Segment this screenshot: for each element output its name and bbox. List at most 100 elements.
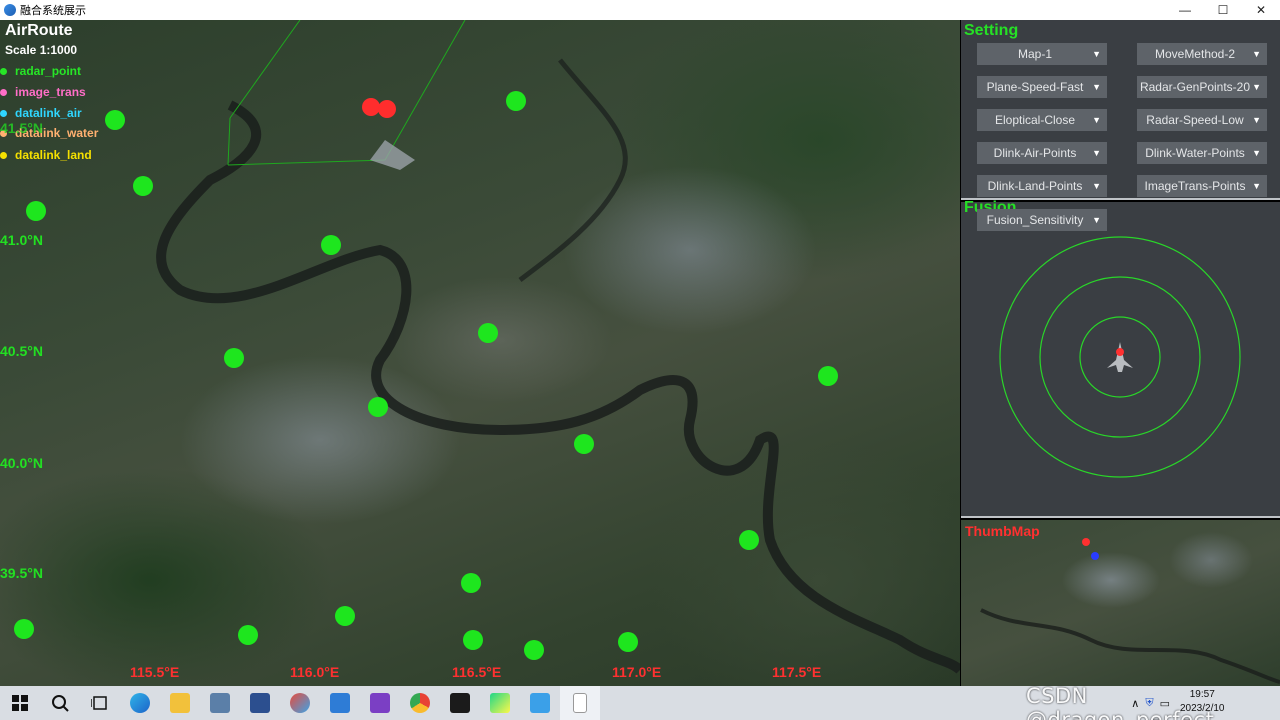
lat-label: 41.0°N: [0, 232, 43, 248]
beam-line: [227, 117, 231, 166]
file-explorer-icon[interactable]: [160, 686, 200, 720]
terminal-icon[interactable]: [440, 686, 480, 720]
legend-datalink-land: datalink_land: [0, 148, 92, 162]
radar-point[interactable]: [224, 348, 244, 368]
lat-label: 39.5°N: [0, 565, 43, 581]
target-marker: [1082, 538, 1090, 546]
calculator-icon[interactable]: [200, 686, 240, 720]
fusion-radar-scope: [999, 236, 1241, 478]
radar-point[interactable]: [524, 640, 544, 660]
target-point[interactable]: [378, 100, 396, 118]
air-route-map[interactable]: AirRoute Scale 1:1000 radar_point image_…: [0, 20, 960, 686]
edge-icon[interactable]: [120, 686, 160, 720]
thumb-map-overlay: [980, 538, 1280, 684]
radar-point[interactable]: [238, 625, 258, 645]
search-icon[interactable]: [40, 686, 80, 720]
radar-point[interactable]: [105, 110, 125, 130]
dropdown-value: Dlink-Air-Points: [993, 146, 1077, 160]
app-arrow-icon[interactable]: [320, 686, 360, 720]
legend-image-trans: image_trans: [0, 85, 86, 99]
close-button[interactable]: ✕: [1242, 0, 1280, 20]
dropdown-radar-speed[interactable]: Radar-Speed-Low ▼: [1137, 109, 1267, 131]
window-title: 融合系统展示: [20, 4, 86, 17]
window-titlebar: 融合系统展示 — ☐ ✕: [0, 0, 1280, 20]
dropdown-map[interactable]: Map-1 ▼: [977, 43, 1107, 65]
position-marker: [1091, 552, 1099, 560]
legend-label: radar_point: [15, 64, 82, 78]
dropdown-value: ImageTrans-Points: [1144, 179, 1246, 193]
radar-point[interactable]: [463, 630, 483, 650]
photos-icon[interactable]: [280, 686, 320, 720]
caret-down-icon: ▼: [1092, 181, 1101, 191]
caret-down-icon: ▼: [1252, 115, 1261, 125]
windows-start-icon[interactable]: [0, 686, 40, 720]
radar-point[interactable]: [506, 91, 526, 111]
radar-point[interactable]: [618, 632, 638, 652]
dropdown-value: Dlink-Water-Points: [1145, 146, 1245, 160]
airport-runway: [370, 140, 415, 170]
dropdown-eloptical[interactable]: Eloptical-Close ▼: [977, 109, 1107, 131]
map-scale: Scale 1:1000: [5, 43, 78, 57]
setting-title: Setting: [964, 22, 1019, 39]
document-icon[interactable]: [560, 686, 600, 720]
dropdown-plane-speed[interactable]: Plane-Speed-Fast ▼: [977, 76, 1107, 98]
radar-point[interactable]: [574, 434, 594, 454]
radar-point[interactable]: [133, 176, 153, 196]
caret-down-icon: ▼: [1252, 49, 1261, 59]
legend-label: datalink_air: [15, 106, 82, 120]
beam-line: [227, 159, 386, 166]
app-blue-icon[interactable]: [240, 686, 280, 720]
river: [980, 608, 1280, 684]
dropdown-dlink-water[interactable]: Dlink-Water-Points ▼: [1137, 142, 1267, 164]
fusion-panel: Fusion Fusion_Sensitivity ▼: [961, 199, 1280, 518]
lon-label: 116.5°E: [452, 664, 502, 680]
radar-point[interactable]: [26, 201, 46, 221]
lon-label: 116.0°E: [290, 664, 340, 680]
radar-point[interactable]: [739, 530, 759, 550]
radar-point[interactable]: [461, 573, 481, 593]
legend-label: datalink_land: [15, 148, 92, 162]
lat-label: 40.0°N: [0, 455, 43, 471]
radar-point[interactable]: [14, 619, 34, 639]
visual-studio-icon[interactable]: [360, 686, 400, 720]
dropdown-value: Dlink-Land-Points: [987, 179, 1083, 193]
dropdown-value: Eloptical-Close: [994, 113, 1076, 127]
dropdown-value: Map-1: [1017, 47, 1052, 61]
lon-label: 117.0°E: [612, 664, 662, 680]
lon-label: 115.5°E: [130, 664, 180, 680]
lon-label: 117.5°E: [772, 664, 822, 680]
caret-down-icon: ▼: [1092, 148, 1101, 158]
maximize-button[interactable]: ☐: [1204, 0, 1242, 20]
radar-point[interactable]: [335, 606, 355, 626]
chrome-icon[interactable]: [400, 686, 440, 720]
radar-point[interactable]: [368, 397, 388, 417]
task-view-icon[interactable]: [80, 686, 120, 720]
caret-down-icon: ▼: [1252, 82, 1261, 92]
app-link-icon[interactable]: [520, 686, 560, 720]
setting-panel: Setting Map-1 ▼ MoveMethod-2 ▼ Plane-Speed…: [961, 20, 1280, 200]
dropdown-radar-genpoints[interactable]: Radar-GenPoints-20 ▼: [1137, 76, 1267, 98]
thumb-map-panel[interactable]: ThumbMap: [961, 520, 1280, 686]
caret-down-icon: ▼: [1092, 115, 1101, 125]
pycharm-icon[interactable]: [480, 686, 520, 720]
dropdown-value: MoveMethod-2: [1154, 47, 1236, 61]
dropdown-imagetrans[interactable]: ImageTrans-Points ▼: [1137, 175, 1267, 197]
dropdown-dlink-land[interactable]: Dlink-Land-Points ▼: [977, 175, 1107, 197]
csdn-watermark: CSDN @dragon_perfect: [1026, 684, 1215, 720]
radar-point[interactable]: [478, 323, 498, 343]
legend-dot: [0, 88, 7, 96]
legend-datalink-air: datalink_air: [0, 106, 82, 120]
legend-dot: [0, 151, 7, 159]
dropdown-value: Radar-Speed-Low: [1146, 113, 1244, 127]
caret-down-icon: ▼: [1252, 148, 1261, 158]
app-icon: [4, 4, 16, 16]
map-title: AirRoute: [5, 22, 73, 39]
radar-point[interactable]: [818, 366, 838, 386]
dropdown-dlink-air[interactable]: Dlink-Air-Points ▼: [977, 142, 1107, 164]
radar-point[interactable]: [321, 235, 341, 255]
dropdown-move-method[interactable]: MoveMethod-2 ▼: [1137, 43, 1267, 65]
legend-radar-point: radar_point: [0, 64, 81, 78]
dropdown-value: Plane-Speed-Fast: [986, 80, 1084, 94]
dropdown-value: Radar-GenPoints-20: [1139, 80, 1251, 94]
minimize-button[interactable]: —: [1166, 0, 1204, 20]
